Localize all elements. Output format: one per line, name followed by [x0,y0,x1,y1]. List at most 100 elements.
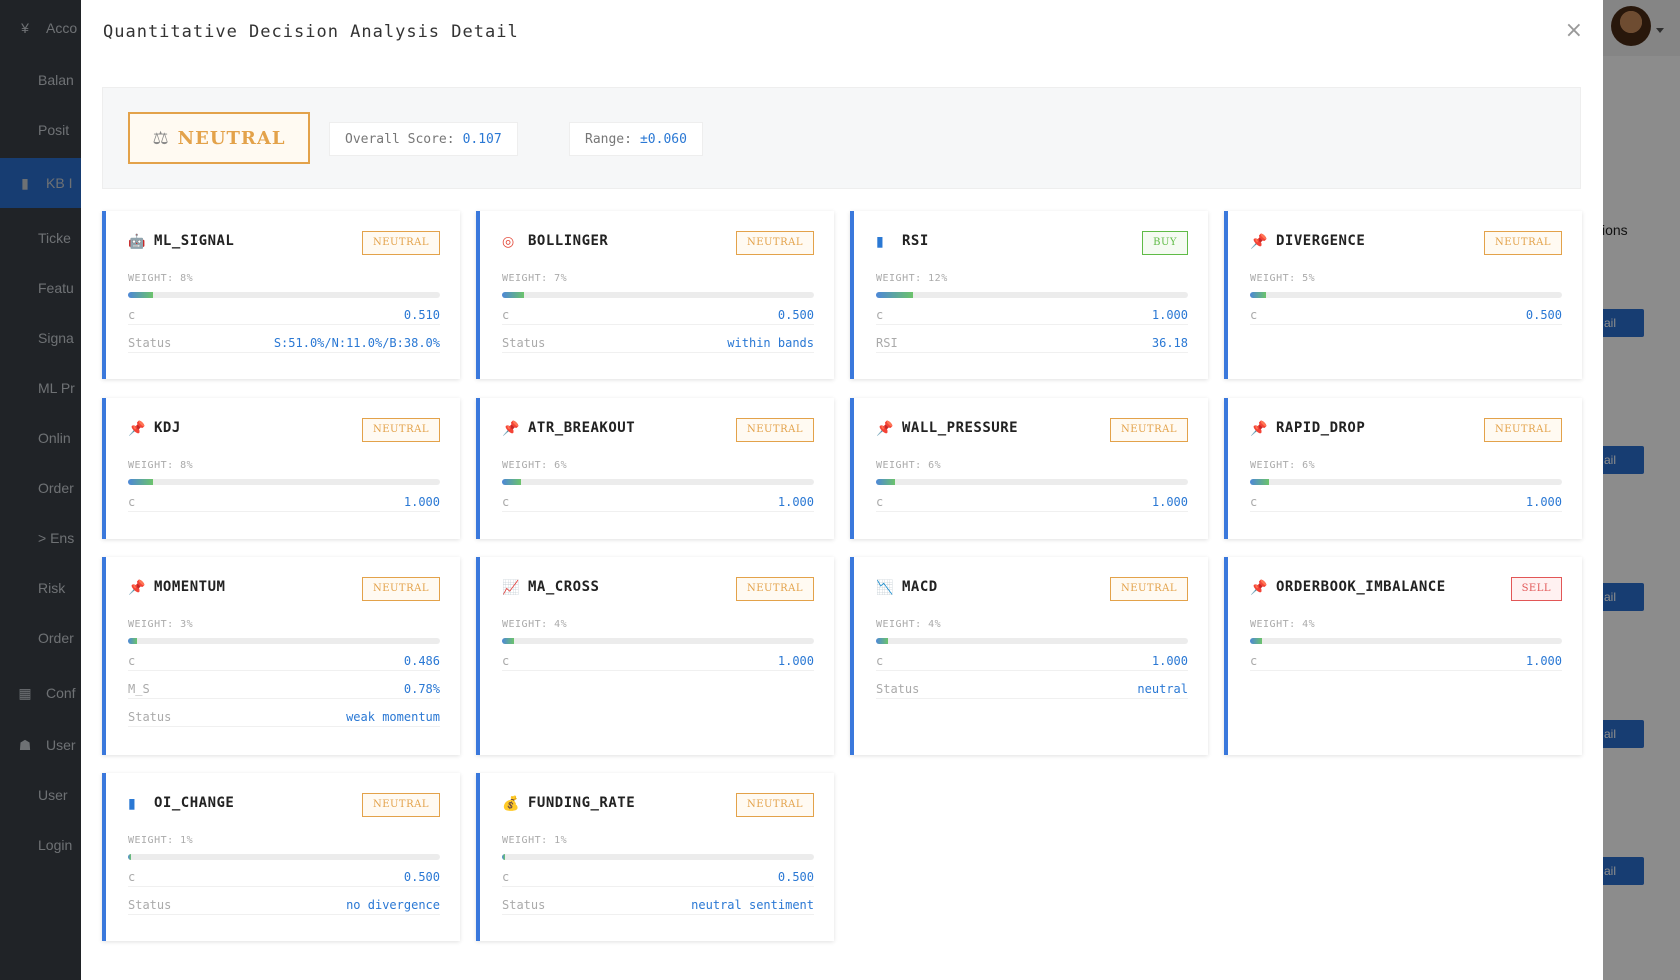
weight-bar-fill [876,638,889,644]
weight-bar-fill [502,854,506,860]
metric-key: Status [128,335,172,350]
card-header: 📌 DIVERGENCE NEUTRAL [1250,231,1562,255]
weight-label: WEIGHT: 3% [128,619,194,630]
metric-key: Status [876,681,920,696]
indicator-card: 📌 MOMENTUM NEUTRAL WEIGHT: 3% c 0.486 M_S 0.78%… [102,557,460,755]
card-header: 📌 KDJ NEUTRAL [128,418,440,442]
card-header: ▮ RSI BUY [876,231,1188,255]
metric-key: RSI [876,335,898,350]
decision-label: NEUTRAL [177,127,286,149]
card-header: ◎ BOLLINGER NEUTRAL [502,231,814,255]
weight-bar-fill [128,292,153,298]
metric-row: c 1.000 [502,651,814,671]
indicator-name: MA_CROSS [528,579,600,595]
close-icon[interactable]: × [1565,18,1583,43]
weight-bar-fill [1250,479,1269,485]
metric-row: c 0.500 [502,305,814,325]
weight-bar [502,854,814,860]
metric-key: c [128,307,136,322]
metric-value: S:51.0%/N:11.0%/B:38.0% [273,335,440,350]
card-header: 📉 MACD NEUTRAL [876,577,1188,601]
indicator-card: 💰 FUNDING_RATE NEUTRAL WEIGHT: 1% c 0.500 Stat… [476,773,834,941]
weight-bar [128,638,440,644]
metric-row: Status weak momentum [128,707,440,727]
metric-key: c [128,494,136,509]
metric-value: within bands [727,335,814,350]
overall-score-label: Overall Score: [345,131,455,147]
weight-label: WEIGHT: 7% [502,273,568,284]
signal-badge: NEUTRAL [1109,577,1188,601]
weight-bar-fill [502,292,524,298]
metric-value: 0.510 [403,307,440,322]
metric-value: 0.500 [403,869,440,884]
metric-value: 1.000 [403,494,440,509]
decision-summary: ⚖ NEUTRAL Overall Score: 0.107 Range: ±0… [102,87,1581,189]
signal-badge: NEUTRAL [361,577,440,601]
card-header: ▮ OI_CHANGE NEUTRAL [128,793,440,817]
metric-key: c [1250,494,1258,509]
weight-bar [876,292,1188,298]
decision-detail-modal: Quantitative Decision Analysis Detail × … [81,0,1603,980]
metric-value: 0.500 [777,307,814,322]
indicator-card: 📌 RAPID_DROP NEUTRAL WEIGHT: 6% c 1.000 [1224,398,1582,539]
pushpin-icon: 📌 [1250,421,1268,437]
card-header: 📌 RAPID_DROP NEUTRAL [1250,418,1562,442]
metric-key: c [128,653,136,668]
weight-bar [128,479,440,485]
weight-label: WEIGHT: 4% [1250,619,1316,630]
indicator-name: FUNDING_RATE [528,795,636,811]
weight-bar [502,638,814,644]
metric-row: c 1.000 [1250,492,1562,512]
metric-value: 1.000 [1151,307,1188,322]
metric-key: c [1250,653,1258,668]
metric-key: c [876,653,884,668]
weight-label: WEIGHT: 1% [502,835,568,846]
metric-row: Status neutral [876,679,1188,699]
metric-row: c 1.000 [128,492,440,512]
indicator-name: KDJ [154,420,181,436]
metric-value: 0.500 [1525,307,1562,322]
metric-row: c 0.510 [128,305,440,325]
weight-label: WEIGHT: 6% [876,460,942,471]
indicator-name: ML_SIGNAL [154,233,235,249]
indicator-card: 📌 ATR_BREAKOUT NEUTRAL WEIGHT: 6% c 1.000 [476,398,834,539]
weight-bar-fill [502,638,515,644]
weight-label: WEIGHT: 8% [128,460,194,471]
weight-bar-fill [1250,292,1266,298]
indicator-card: 🤖 ML_SIGNAL NEUTRAL WEIGHT: 8% c 0.510 Status S… [102,211,460,379]
weight-bar-fill [128,638,138,644]
weight-bar [1250,292,1562,298]
overall-score-value: 0.107 [462,131,502,147]
indicator-card: 📌 ORDERBOOK_IMBALANCE SELL WEIGHT: 4% c 1.000 [1224,557,1582,755]
metric-row: Status S:51.0%/N:11.0%/B:38.0% [128,333,440,353]
metric-key: M_S [128,681,150,696]
metric-row: M_S 0.78% [128,679,440,699]
card-header: 🤖 ML_SIGNAL NEUTRAL [128,231,440,255]
weight-label: WEIGHT: 4% [876,619,942,630]
balance-scale-icon: ⚖ [152,127,170,149]
chart-down-icon: 📉 [876,580,894,596]
weight-label: WEIGHT: 6% [502,460,568,471]
weight-bar-fill [876,292,914,298]
card-header: 📈 MA_CROSS NEUTRAL [502,577,814,601]
indicator-name: MOMENTUM [154,579,226,595]
indicator-card: ▮ RSI BUY WEIGHT: 12% c 1.000 RSI 36.18 [850,211,1208,379]
signal-badge: NEUTRAL [735,793,814,817]
weight-bar [876,479,1188,485]
metric-row: Status within bands [502,333,814,353]
indicator-card: ◎ BOLLINGER NEUTRAL WEIGHT: 7% c 0.500 Status w… [476,211,834,379]
bar-chart-icon: ▮ [876,234,884,250]
indicator-card: 📈 MA_CROSS NEUTRAL WEIGHT: 4% c 1.000 [476,557,834,755]
weight-bar [502,292,814,298]
weight-label: WEIGHT: 1% [128,835,194,846]
signal-badge: NEUTRAL [735,231,814,255]
indicator-card: 📌 DIVERGENCE NEUTRAL WEIGHT: 5% c 0.500 [1224,211,1582,379]
metric-row: c 0.486 [128,651,440,671]
indicator-name: ORDERBOOK_IMBALANCE [1276,579,1446,595]
metric-row: RSI 36.18 [876,333,1188,353]
score-range-label: Range: [585,131,632,147]
weight-label: WEIGHT: 6% [1250,460,1316,471]
metric-row: c 1.000 [876,651,1188,671]
decision-badge: ⚖ NEUTRAL [128,112,310,164]
indicator-name: MACD [902,579,938,595]
